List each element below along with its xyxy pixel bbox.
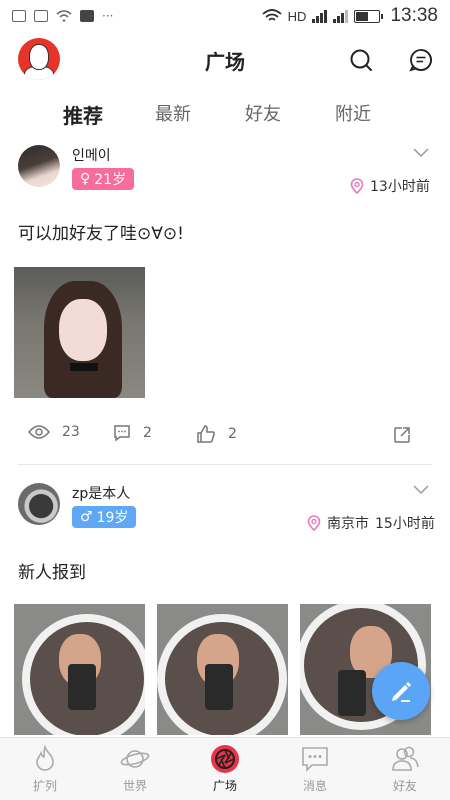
- nav-item-messages[interactable]: 消息: [270, 738, 360, 800]
- nav-item-friends[interactable]: 好友: [360, 738, 450, 800]
- fire-icon: [36, 744, 54, 771]
- status-system: HD 13:38: [262, 5, 438, 27]
- post-location-time: 13小时前: [350, 176, 430, 196]
- post-divider: [18, 464, 432, 465]
- share-icon[interactable]: [393, 426, 411, 444]
- aperture-icon: [211, 745, 239, 773]
- post-location: 南京市: [327, 516, 369, 532]
- post-photo[interactable]: [14, 267, 145, 398]
- post-photo[interactable]: [14, 604, 145, 735]
- app-icon: [80, 10, 94, 22]
- age-label: 21岁: [94, 172, 127, 188]
- feed-tabs: 推荐 最新 好友 附近: [0, 100, 450, 130]
- header: 广场: [0, 36, 450, 84]
- nav-label: 扩列: [32, 779, 57, 793]
- post-location-time: 南京市 15小时前: [307, 513, 435, 533]
- location-pin-icon: [350, 178, 364, 194]
- gender-age-badge: ♂ 19岁: [72, 506, 137, 528]
- comment-icon: [114, 425, 130, 442]
- tab-recommend[interactable]: 推荐: [63, 100, 103, 129]
- comments-stat[interactable]: 2: [113, 424, 152, 442]
- search-icon[interactable]: [349, 48, 373, 72]
- friends-icon: [392, 746, 419, 771]
- comments-count: 2: [143, 425, 152, 441]
- tab-latest[interactable]: 最新: [155, 100, 191, 126]
- post-text: 新人报到: [18, 563, 86, 583]
- location-pin-icon: [307, 515, 321, 531]
- post-photo[interactable]: [157, 604, 288, 735]
- likes-count: 2: [228, 426, 237, 442]
- male-icon: ♂: [80, 509, 93, 525]
- chevron-down-icon[interactable]: [413, 485, 429, 495]
- nav-item-square[interactable]: 广场: [180, 738, 270, 800]
- wifi-small-icon: [56, 10, 72, 22]
- nav-item-expand[interactable]: 扩列: [0, 738, 90, 800]
- post-username[interactable]: 인메이: [72, 145, 111, 165]
- more-notifications-icon: ···: [102, 9, 114, 23]
- nav-label: 世界: [122, 779, 147, 793]
- status-bar: ··· HD 13:38: [0, 0, 450, 32]
- image-icon: [34, 10, 48, 22]
- nav-label: 好友: [392, 779, 417, 793]
- message-icon[interactable]: [409, 48, 433, 72]
- bottom-nav: 扩列 世界 广场 消息 好友: [0, 737, 450, 800]
- planet-icon: [120, 750, 150, 768]
- status-notifications: ···: [12, 9, 113, 23]
- likes-stat[interactable]: 2: [196, 424, 237, 444]
- female-icon: ♀: [80, 171, 91, 187]
- post-avatar[interactable]: [18, 145, 60, 187]
- nav-label: 广场: [212, 779, 237, 793]
- status-time: 13:38: [390, 5, 438, 26]
- pencil-icon: [392, 682, 411, 702]
- age-label: 19岁: [96, 510, 129, 526]
- chat-bubble-icon: [302, 747, 328, 772]
- eye-icon: [28, 425, 50, 439]
- network-type: HD: [287, 8, 307, 24]
- nav-label: 消息: [302, 779, 327, 793]
- chevron-down-icon[interactable]: [413, 148, 429, 158]
- signal-2-icon: [333, 9, 349, 23]
- views-count: 23: [62, 424, 80, 440]
- page-title: 广场: [205, 50, 245, 74]
- wifi-icon: [262, 9, 282, 21]
- signal-icon: [312, 9, 328, 23]
- post-username[interactable]: zp是本人: [72, 483, 130, 503]
- battery-icon: [354, 9, 384, 23]
- compose-button[interactable]: [372, 662, 430, 720]
- views-stat: 23: [28, 424, 80, 440]
- gender-age-badge: ♀ 21岁: [72, 168, 135, 190]
- tab-nearby[interactable]: 附近: [335, 100, 371, 126]
- post-time: 15小时前: [375, 516, 435, 532]
- tab-friends[interactable]: 好友: [245, 100, 281, 126]
- thumbs-up-icon: [197, 425, 215, 443]
- post-text: 可以加好友了哇⊙∀⊙!: [18, 224, 184, 244]
- post-avatar[interactable]: [18, 483, 60, 525]
- post-time: 13小时前: [370, 179, 430, 195]
- notification-icon: [12, 10, 26, 22]
- nav-item-world[interactable]: 世界: [90, 738, 180, 800]
- post-stats: 23 2 2: [0, 424, 450, 448]
